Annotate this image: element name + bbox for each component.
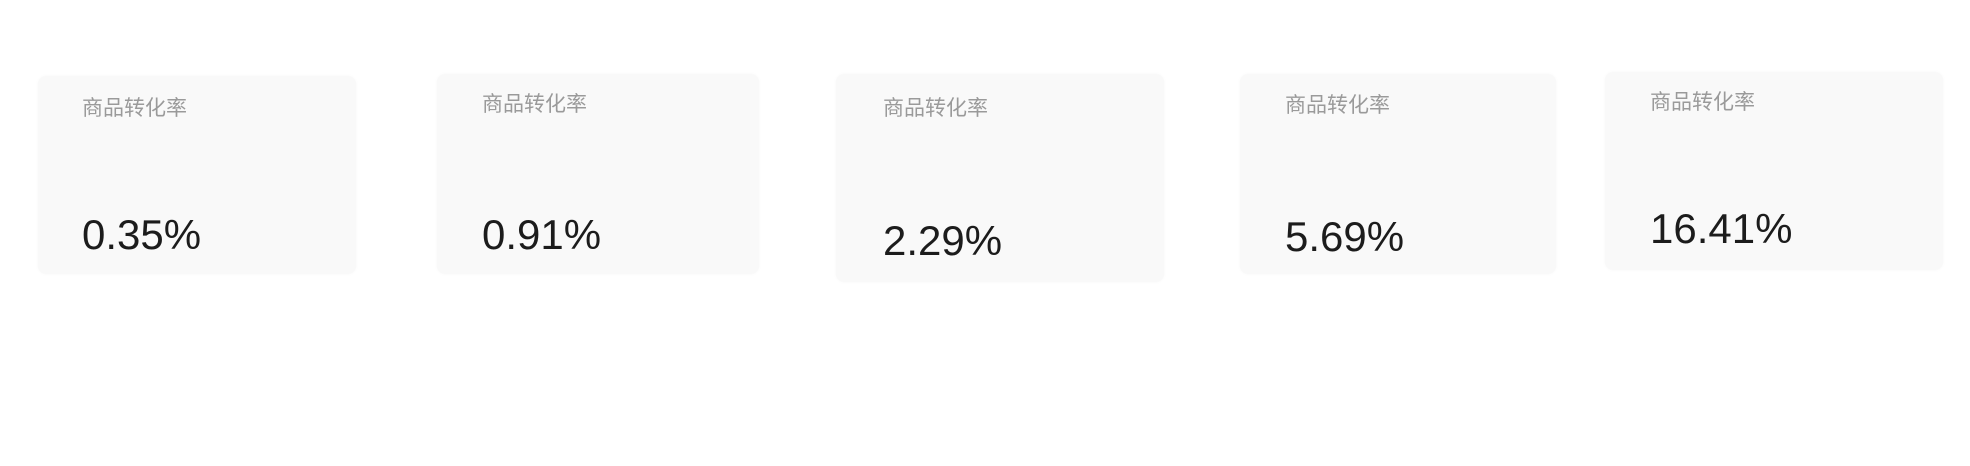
- metric-value: 2.29%: [883, 217, 1003, 264]
- metric-value: 0.91%: [482, 211, 602, 258]
- metric-label: 商品转化率: [1650, 90, 1755, 114]
- metric-card-5: 商品转化率 16.41%: [1605, 72, 1943, 270]
- metric-label: 商品转化率: [883, 96, 988, 120]
- metric-value: 0.35%: [82, 211, 202, 258]
- metric-card-3: 商品转化率 2.29%: [836, 74, 1164, 282]
- metric-value: 16.41%: [1650, 205, 1793, 252]
- metric-value: 5.69%: [1285, 213, 1405, 260]
- metric-label: 商品转化率: [82, 96, 187, 120]
- metric-card-1: 商品转化率 0.35%: [38, 76, 356, 274]
- metric-label: 商品转化率: [482, 92, 587, 116]
- metric-card-4: 商品转化率 5.69%: [1240, 74, 1556, 274]
- metric-card-2: 商品转化率 0.91%: [437, 74, 759, 274]
- metric-label: 商品转化率: [1285, 93, 1390, 117]
